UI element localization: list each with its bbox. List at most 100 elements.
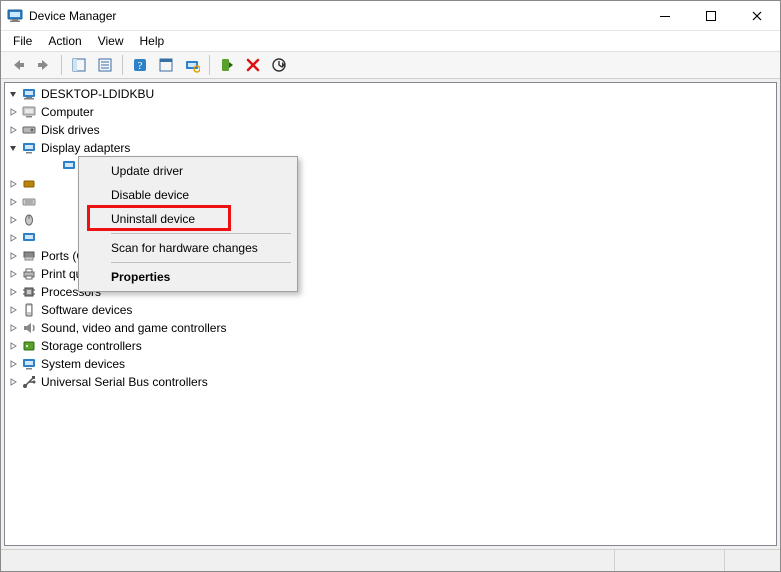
printer-icon: [21, 266, 37, 282]
context-menu-update-driver[interactable]: Update driver: [81, 159, 295, 183]
tree-category-display-adapters[interactable]: Display adapters: [5, 139, 776, 157]
port-icon: [21, 248, 37, 264]
software-icon: [21, 302, 37, 318]
window-title: Device Manager: [29, 9, 116, 23]
status-cell: [1, 550, 615, 571]
status-cell: [725, 550, 780, 571]
category-label: [39, 183, 43, 185]
computer-icon: [21, 86, 37, 102]
tree-category-usb[interactable]: Universal Serial Bus controllers: [5, 373, 776, 391]
status-cell: [615, 550, 725, 571]
action-button[interactable]: [154, 53, 178, 77]
enable-device-button[interactable]: [215, 53, 239, 77]
device-icon: [21, 176, 37, 192]
menu-bar: File Action View Help: [1, 31, 780, 51]
category-label: Display adapters: [39, 140, 132, 156]
usb-icon: [21, 374, 37, 390]
context-menu-separator: [111, 233, 291, 234]
context-menu-properties[interactable]: Properties: [81, 265, 295, 289]
minimize-button[interactable]: [642, 1, 688, 31]
category-label: Universal Serial Bus controllers: [39, 374, 210, 390]
expand-icon[interactable]: [5, 248, 21, 264]
uninstall-device-button[interactable]: [241, 53, 265, 77]
desktop-icon: [21, 104, 37, 120]
disk-icon: [21, 122, 37, 138]
display-adapter-icon: [21, 140, 37, 156]
back-button[interactable]: [6, 53, 30, 77]
svg-text:?: ?: [138, 60, 143, 72]
status-bar: [1, 549, 780, 571]
category-label: Storage controllers: [39, 338, 144, 354]
speaker-icon: [21, 320, 37, 336]
toolbar-separator: [209, 55, 210, 75]
scan-hardware-button[interactable]: [180, 53, 204, 77]
expand-icon[interactable]: [5, 122, 21, 138]
toolbar: ?: [1, 51, 780, 79]
monitor-icon: [21, 230, 37, 246]
display-adapter-icon: [61, 158, 77, 174]
maximize-button[interactable]: [688, 1, 734, 31]
category-label: System devices: [39, 356, 127, 372]
expand-icon[interactable]: [5, 284, 21, 300]
menu-item-label: Uninstall device: [111, 212, 195, 226]
menu-item-label: Update driver: [111, 164, 183, 178]
menu-item-label: Properties: [111, 270, 170, 284]
properties-button[interactable]: [93, 53, 117, 77]
tree-category-software-devices[interactable]: Software devices: [5, 301, 776, 319]
tree-category-system-devices[interactable]: System devices: [5, 355, 776, 373]
category-label: [39, 201, 43, 203]
category-label: Computer: [39, 104, 96, 120]
expand-icon[interactable]: [5, 374, 21, 390]
context-menu-scan-hardware[interactable]: Scan for hardware changes: [81, 236, 295, 260]
forward-button[interactable]: [32, 53, 56, 77]
close-button[interactable]: [734, 1, 780, 31]
menu-item-label: Scan for hardware changes: [111, 241, 258, 255]
category-label: Disk drives: [39, 122, 102, 138]
app-icon: [7, 8, 23, 24]
context-menu-separator: [111, 262, 291, 263]
processor-icon: [21, 284, 37, 300]
system-icon: [21, 356, 37, 372]
expand-icon[interactable]: [5, 230, 21, 246]
tree-category-storage[interactable]: Storage controllers: [5, 337, 776, 355]
menu-file[interactable]: File: [6, 32, 39, 50]
context-menu-uninstall-device[interactable]: Uninstall device: [81, 207, 295, 231]
category-label: [39, 219, 43, 221]
collapse-icon[interactable]: [5, 140, 21, 156]
context-menu: Update driver Disable device Uninstall d…: [78, 156, 298, 292]
category-label: Software devices: [39, 302, 134, 318]
tree-root[interactable]: DESKTOP-LDIDKBU: [5, 85, 776, 103]
keyboard-icon: [21, 194, 37, 210]
expand-icon[interactable]: [5, 320, 21, 336]
mouse-icon: [21, 212, 37, 228]
menu-item-label: Disable device: [111, 188, 189, 202]
help-button[interactable]: ?: [128, 53, 152, 77]
title-bar: Device Manager: [1, 1, 780, 31]
storage-icon: [21, 338, 37, 354]
update-driver-button[interactable]: [267, 53, 291, 77]
collapse-icon[interactable]: [5, 86, 21, 102]
tree-category-sound[interactable]: Sound, video and game controllers: [5, 319, 776, 337]
show-hide-tree-button[interactable]: [67, 53, 91, 77]
content-area: DESKTOP-LDIDKBU Computer Disk drives Dis…: [1, 79, 780, 549]
toolbar-separator: [61, 55, 62, 75]
menu-help[interactable]: Help: [133, 32, 172, 50]
context-menu-disable-device[interactable]: Disable device: [81, 183, 295, 207]
expand-icon[interactable]: [5, 212, 21, 228]
tree-root-label: DESKTOP-LDIDKBU: [39, 86, 156, 102]
category-label: Sound, video and game controllers: [39, 320, 228, 336]
expand-icon[interactable]: [5, 338, 21, 354]
expand-icon[interactable]: [5, 194, 21, 210]
expand-icon[interactable]: [5, 176, 21, 192]
tree-category-computer[interactable]: Computer: [5, 103, 776, 121]
expand-icon[interactable]: [5, 356, 21, 372]
menu-view[interactable]: View: [91, 32, 131, 50]
menu-action[interactable]: Action: [41, 32, 88, 50]
expand-icon[interactable]: [5, 266, 21, 282]
expand-icon[interactable]: [5, 302, 21, 318]
category-label: [39, 237, 43, 239]
device-tree[interactable]: DESKTOP-LDIDKBU Computer Disk drives Dis…: [4, 82, 777, 546]
expand-icon[interactable]: [5, 104, 21, 120]
tree-category-disk-drives[interactable]: Disk drives: [5, 121, 776, 139]
toolbar-separator: [122, 55, 123, 75]
